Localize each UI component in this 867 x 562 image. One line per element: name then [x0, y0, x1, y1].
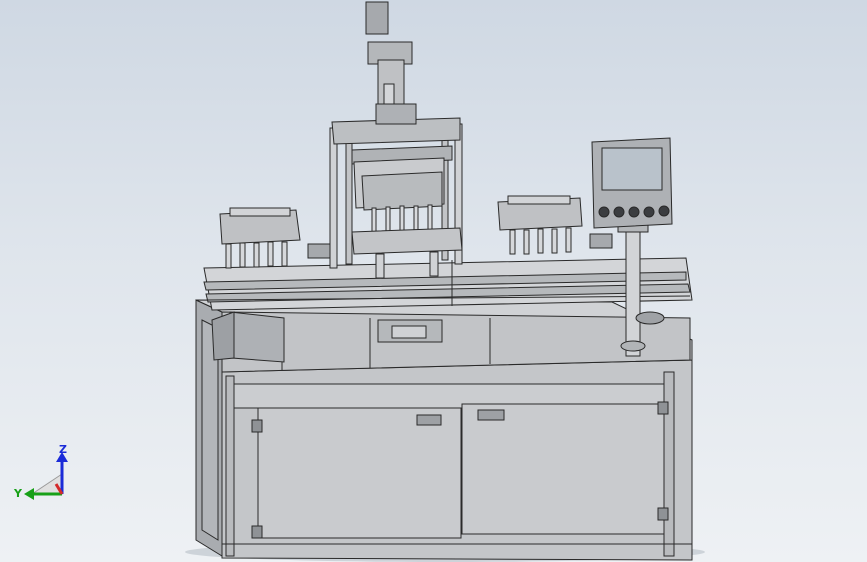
cabinet-door-left[interactable]: [257, 407, 462, 539]
hmi-screen: [601, 147, 663, 191]
hmi-button-2: [613, 206, 625, 218]
machine-assembly-model[interactable]: [0, 0, 867, 562]
hmi-button-5: [658, 205, 670, 217]
axis-z-label: Z: [59, 443, 67, 456]
mounting-bracket: [211, 311, 285, 363]
left-feeder-module: [219, 207, 333, 269]
coordinate-triad: Z Y: [8, 438, 80, 508]
cabinet-door-right[interactable]: [461, 403, 665, 535]
hmi-button-4: [643, 206, 655, 218]
hmi-button-3: [628, 206, 640, 218]
hmi-button-1: [598, 206, 610, 218]
axis-y-label: Y: [14, 487, 22, 500]
deck-fixture: [377, 319, 443, 343]
graphics-viewport[interactable]: Z Y: [0, 0, 867, 562]
hmi-panel[interactable]: [591, 137, 673, 229]
conveyor-rails: [203, 257, 693, 311]
press-cylinder: [365, 1, 417, 125]
deck-roller: [635, 311, 665, 325]
press-frame: [329, 117, 463, 279]
